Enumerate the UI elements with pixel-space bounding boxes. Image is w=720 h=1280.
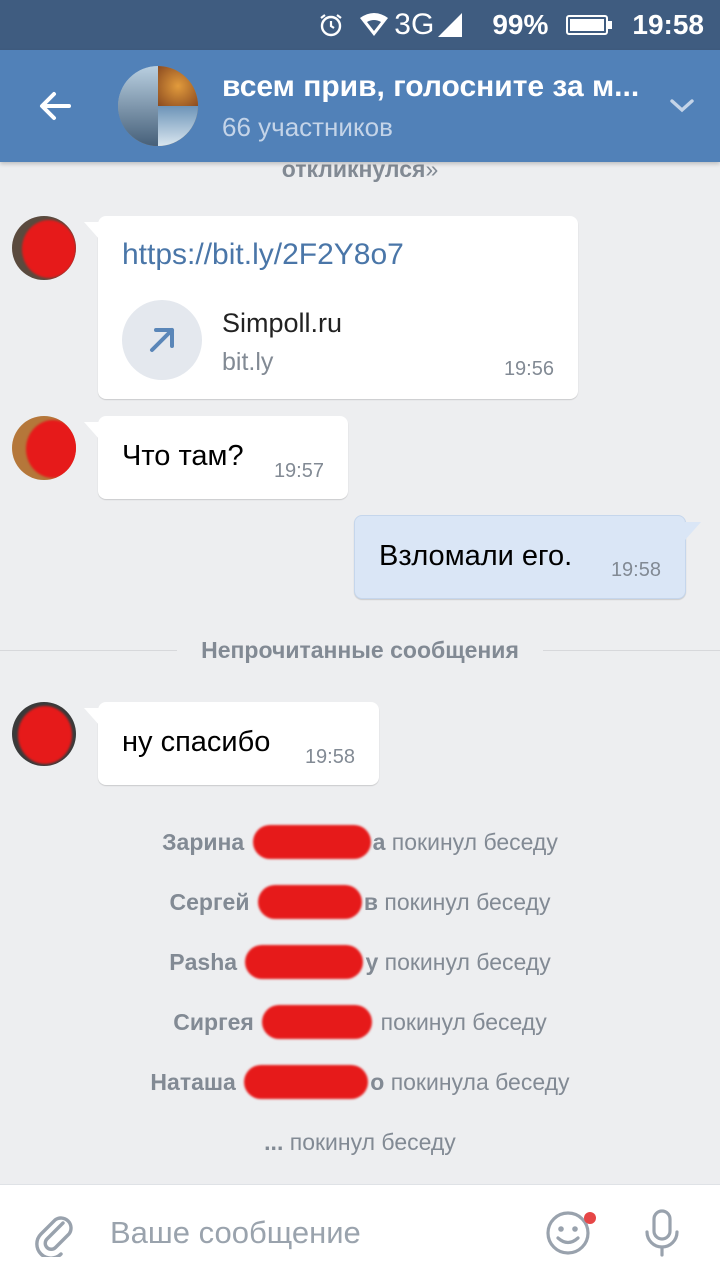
service-action: покинул беседу bbox=[289, 1128, 456, 1155]
service-user-name[interactable]: Сергей bbox=[170, 889, 250, 916]
arrow-up-right-icon bbox=[150, 328, 174, 352]
message-bubble[interactable]: https://bit.ly/2F2Y8o7 Simpoll.ru bit.ly… bbox=[84, 216, 578, 399]
service-message: ... покинул беседу bbox=[0, 1112, 720, 1172]
message-link[interactable]: https://bit.ly/2F2Y8o7 bbox=[122, 238, 404, 272]
message-time: 19:58 bbox=[304, 746, 355, 768]
message-time: 19:57 bbox=[273, 460, 324, 482]
chevron-down-icon[interactable] bbox=[652, 98, 712, 114]
service-message: Pasha y покинул беседу bbox=[0, 932, 720, 992]
chat-avatar[interactable] bbox=[118, 66, 198, 146]
chat-header: всем прив, голосните за м... 66 участник… bbox=[0, 50, 720, 162]
back-button[interactable] bbox=[0, 50, 110, 162]
avatar[interactable] bbox=[12, 416, 76, 480]
avatar[interactable] bbox=[12, 216, 76, 280]
alarm-icon bbox=[318, 12, 344, 38]
chat-members-count: 66 участников bbox=[222, 111, 393, 142]
service-user-suffix: y bbox=[365, 948, 379, 975]
service-action: покинул беседу bbox=[384, 948, 551, 975]
message-input[interactable]: Ваше сообщение bbox=[110, 1215, 538, 1251]
redaction-mark bbox=[252, 825, 371, 859]
voice-message-button[interactable] bbox=[632, 1185, 692, 1280]
avatar[interactable] bbox=[12, 702, 76, 766]
redaction-mark bbox=[262, 1005, 373, 1039]
status-time: 19:58 bbox=[632, 9, 704, 40]
service-user-name[interactable]: Зарина bbox=[162, 829, 244, 856]
service-message: Зарина а покинул беседу bbox=[0, 812, 720, 872]
chat-title: всем прив, голосните за м... bbox=[222, 69, 640, 103]
network-type: 3G bbox=[394, 8, 435, 41]
attachment-subtitle: bit.ly bbox=[222, 348, 274, 376]
service-user-name[interactable]: Pasha bbox=[169, 949, 237, 976]
message-input-bar: Ваше сообщение bbox=[0, 1184, 720, 1280]
message-time: 19:58 bbox=[610, 559, 661, 581]
chat-info[interactable]: всем прив, голосните за м... 66 участник… bbox=[222, 70, 652, 143]
service-action: покинул беседу bbox=[391, 828, 558, 855]
battery-charging-icon bbox=[566, 15, 613, 35]
redaction-mark bbox=[244, 1065, 369, 1099]
service-message: Сиргея покинул беседу bbox=[0, 992, 720, 1052]
service-message: Сергей в покинул беседу bbox=[0, 872, 720, 932]
paperclip-icon bbox=[35, 1215, 73, 1257]
redaction-mark bbox=[245, 945, 364, 979]
divider-line bbox=[542, 649, 720, 651]
signal-icon bbox=[436, 11, 464, 39]
emoji-button[interactable] bbox=[538, 1185, 598, 1280]
arrow-left-icon bbox=[40, 92, 71, 120]
service-user-name[interactable]: Сиргея bbox=[173, 1009, 254, 1036]
service-user-suffix: в bbox=[363, 888, 379, 915]
battery-percent: 99% bbox=[492, 9, 549, 40]
service-action: покинула беседу bbox=[390, 1068, 570, 1095]
service-action: покинул беседу bbox=[380, 1008, 547, 1035]
microphone-icon bbox=[645, 1208, 679, 1257]
wifi-icon bbox=[358, 12, 390, 38]
attachment-title[interactable]: Simpoll.ru bbox=[222, 308, 342, 339]
unread-divider-label: Непрочитанные сообщения bbox=[201, 636, 519, 663]
message-bubble-outgoing[interactable]: Взломали его. 19:58 bbox=[354, 515, 701, 599]
message-time: 19:56 bbox=[503, 358, 554, 380]
unread-divider: Непрочитанные сообщения bbox=[0, 635, 720, 665]
message-bubble[interactable]: Что там? 19:57 bbox=[84, 416, 348, 499]
service-user-name[interactable]: ... bbox=[264, 1129, 283, 1156]
message-text: Взломали его. bbox=[379, 540, 573, 572]
service-messages: Зарина а покинул беседу Сергей в покинул… bbox=[0, 812, 720, 1172]
service-user-suffix: о bbox=[370, 1068, 385, 1095]
service-user-name[interactable]: Наташа bbox=[150, 1069, 235, 1096]
redaction-mark bbox=[257, 885, 362, 919]
message-bubble[interactable]: ну спасибо 19:58 bbox=[84, 702, 379, 785]
link-attachment-icon[interactable] bbox=[122, 300, 202, 380]
message-text: Что там? bbox=[122, 440, 244, 472]
service-user-suffix: а bbox=[372, 828, 386, 855]
status-bar: 3G 99% 19:58 bbox=[0, 0, 720, 50]
attach-button[interactable] bbox=[0, 1185, 110, 1280]
message-text: ну спасибо bbox=[122, 726, 271, 758]
service-action: покинул беседу bbox=[384, 888, 551, 915]
service-message: Наташа о покинула беседу bbox=[0, 1052, 720, 1112]
divider-line bbox=[0, 649, 178, 651]
emoji-notification-dot bbox=[584, 1211, 596, 1224]
